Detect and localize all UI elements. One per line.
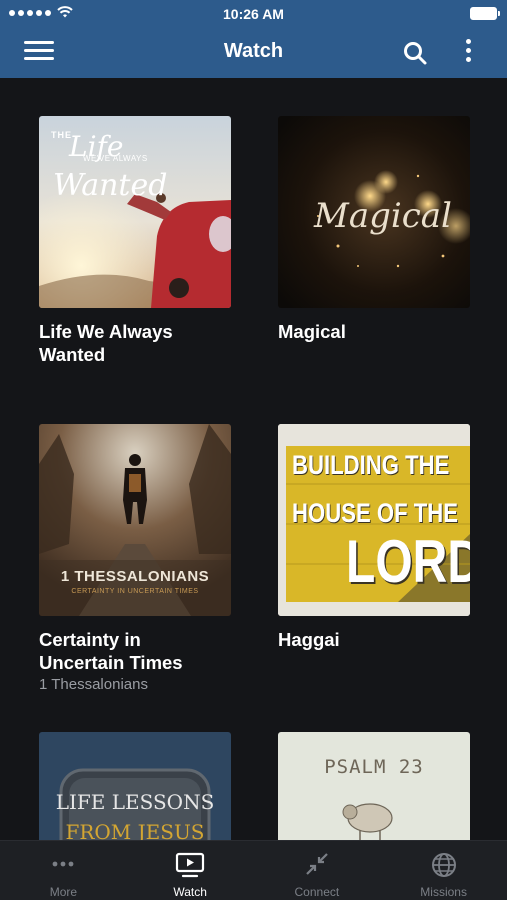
artwork-text: CERTAINTY IN UNCERTAIN TIMES (71, 588, 199, 595)
nav-bar: Watch (0, 28, 507, 78)
status-bar: 10:26 AM (0, 0, 507, 28)
series-card-haggai[interactable]: BUILDING THE HOUSE OF THE LORD Haggai (278, 424, 470, 653)
artwork-text: Magical (314, 196, 452, 236)
tab-missions[interactable]: Missions (380, 841, 507, 900)
search-icon[interactable] (402, 40, 428, 66)
artwork-text: LORD (346, 528, 470, 595)
connect-arrows-icon (306, 853, 328, 875)
series-card-magical[interactable]: Magical Magical (278, 116, 470, 345)
page-title: Watch (223, 40, 284, 62)
battery-icon (470, 7, 500, 20)
series-card-certainty-in-uncertain-times[interactable]: 1 THESSALONIANS CERTAINTY IN UNCERTAIN T… (39, 424, 231, 693)
tab-label: Missions (420, 885, 467, 899)
tab-connect[interactable]: Connect (254, 841, 381, 900)
more-dots-icon (52, 861, 74, 867)
more-options-icon[interactable] (462, 39, 474, 67)
artwork-text: Wanted (53, 168, 168, 203)
series-card-life-lessons-from-jesus[interactable]: LIFE LESSONS FROM JESUS (39, 732, 231, 840)
series-thumbnail[interactable]: THE Life WE'VE ALWAYS Wanted (39, 116, 231, 308)
artwork-text: HOUSE OF THE (292, 498, 459, 528)
tab-label: More (49, 885, 78, 899)
series-subtitle: 1 Thessalonians (39, 676, 148, 693)
series-thumbnail[interactable]: 1 THESSALONIANS CERTAINTY IN UNCERTAIN T… (39, 424, 231, 616)
tab-bar: More Watch Connect Missions (0, 840, 507, 900)
artwork-text: BUILDING THE (292, 450, 450, 480)
tab-watch[interactable]: Watch (127, 841, 254, 900)
status-time: 10:26 AM (223, 6, 284, 22)
top-bar: 10:26 AM Watch (0, 0, 507, 78)
series-title[interactable]: Life We Always Wanted (39, 320, 231, 366)
tv-play-icon (176, 852, 205, 878)
tab-label: Watch (173, 885, 207, 899)
series-thumbnail[interactable]: BUILDING THE HOUSE OF THE LORD (278, 424, 470, 616)
tab-more[interactable]: More (0, 841, 127, 900)
series-title[interactable]: Haggai (278, 628, 470, 651)
artwork-text: WE'VE ALWAYS (83, 154, 148, 163)
artwork-text: LIFE LESSONS (55, 790, 215, 814)
series-grid: THE Life WE'VE ALWAYS Wanted Life We Alw… (0, 78, 507, 840)
series-title[interactable]: Magical (278, 320, 470, 343)
tab-label: Connect (294, 885, 340, 899)
series-thumbnail[interactable]: Magical (278, 116, 470, 308)
globe-icon (431, 853, 456, 877)
artwork-text: PSALM 23 (324, 756, 424, 778)
artwork-text: 1 THESSALONIANS (60, 568, 210, 585)
series-card-psalm-23[interactable]: PSALM 23 (278, 732, 470, 840)
artwork-text: FROM JESUS (65, 820, 205, 840)
series-thumbnail[interactable]: PSALM 23 (278, 732, 470, 840)
series-thumbnail[interactable]: LIFE LESSONS FROM JESUS (39, 732, 231, 840)
series-card-life-we-always-wanted[interactable]: THE Life WE'VE ALWAYS Wanted Life We Alw… (39, 116, 231, 368)
series-title[interactable]: Certainty in Uncertain Times (39, 628, 231, 674)
